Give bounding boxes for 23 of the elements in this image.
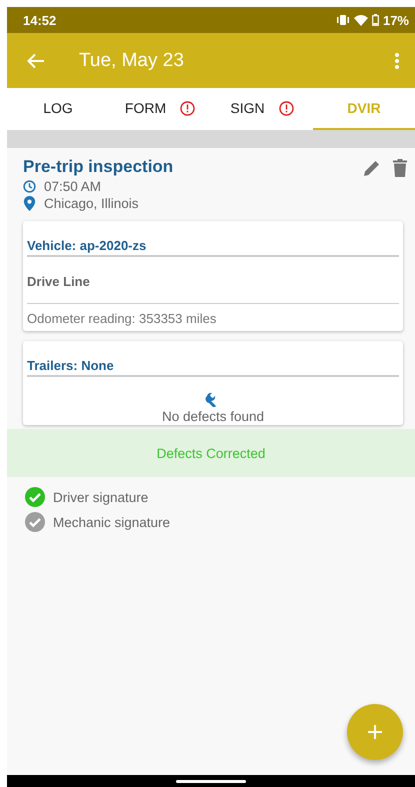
inspection-location: Chicago, Illinois (44, 196, 139, 211)
trailers-heading: Trailers: None (27, 341, 399, 377)
edit-pencil-icon[interactable] (363, 159, 381, 177)
odometer-reading: Odometer reading: 353353 miles (27, 310, 218, 328)
vibrate-icon (336, 15, 350, 25)
inspection-time: 07:50 AM (44, 179, 102, 194)
battery-icon (372, 14, 379, 26)
vehicle-heading: Vehicle: ap-2020-zs (27, 221, 399, 257)
no-defects-message: No defects found (162, 409, 264, 424)
clock-icon (23, 180, 36, 193)
defect-item: Drive Line (27, 257, 399, 304)
status-time: 14:52 (23, 12, 56, 28)
wifi-icon (354, 14, 368, 26)
trash-icon[interactable] (393, 159, 407, 177)
signature-label: Driver signature (53, 490, 148, 504)
inspection-title: Pre-trip inspection (23, 157, 174, 177)
battery-percent: 17% (382, 12, 409, 28)
location-pin-icon (23, 196, 36, 211)
home-handle[interactable] (176, 780, 246, 782)
signature-label: Mechanic signature (53, 514, 170, 530)
app-bar-title: Tue, May 23 (79, 50, 185, 72)
plus-icon (367, 724, 383, 740)
status-banner-text: Defects Corrected (156, 446, 266, 460)
